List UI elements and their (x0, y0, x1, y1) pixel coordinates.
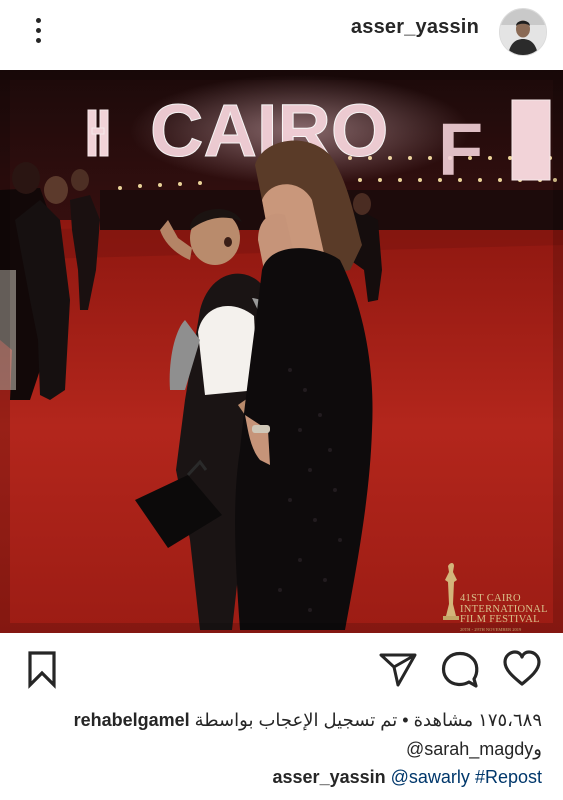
comment-icon[interactable] (440, 649, 480, 689)
stats-separator: • (402, 710, 409, 730)
post-author-username[interactable]: asser_yassin (351, 16, 479, 39)
liked-by-others-line: وsarah_magdy@ (20, 737, 542, 761)
bookmark-icon[interactable] (22, 649, 62, 689)
festival-logo-text: 41ST CAIRO INTERNATIONAL FILM FESTIVAL 2… (460, 593, 548, 633)
likes-views-line: ١٧٥،٦٨٩ مشاهدة • تم تسجيل الإعجاب بواسطة… (20, 708, 542, 732)
heart-icon[interactable] (502, 649, 542, 689)
caption-mention[interactable]: @sawarly (391, 767, 470, 787)
more-dot (35, 27, 41, 33)
caption-author-username[interactable]: asser_yassin (273, 767, 386, 787)
festival-logo-line3: FILM FESTIVAL (460, 614, 540, 625)
instagram-post: asser_yassin CAIRO F 41ST CAIRO INTERNAT… (0, 0, 563, 800)
post-video[interactable]: CAIRO F 41ST CAIRO INTERNATIONAL FILM FE… (0, 70, 563, 633)
festival-logo-dates: 20TH - 29TH NOVEMBER 2019 (460, 626, 522, 632)
more-dot (35, 17, 41, 23)
liked-by-username[interactable]: rehabelgamel (74, 710, 190, 730)
festival-logo-line1: 41ST CAIRO (460, 593, 521, 604)
views-count: ١٧٥،٦٨٩ (478, 710, 542, 730)
post-caption: asser_yassin @sawarly #Repost (20, 765, 542, 789)
share-icon[interactable] (378, 649, 418, 689)
liked-by-text: تم تسجيل الإعجاب بواسطة (194, 710, 398, 730)
svg-text:F: F (438, 108, 483, 191)
more-dot (35, 37, 41, 43)
post-header: asser_yassin (0, 0, 563, 70)
other-liker-username[interactable]: sarah_magdy@ (406, 739, 533, 759)
views-label: مشاهدة (413, 710, 474, 730)
red-carpet-scene: CAIRO F (0, 70, 563, 633)
caption-hashtag[interactable]: #Repost (475, 767, 542, 787)
more-options-icon[interactable] (26, 14, 50, 46)
post-action-bar (0, 633, 563, 705)
post-author-avatar[interactable] (499, 8, 547, 56)
avatar-image (500, 9, 546, 55)
and-text: و (533, 739, 542, 759)
